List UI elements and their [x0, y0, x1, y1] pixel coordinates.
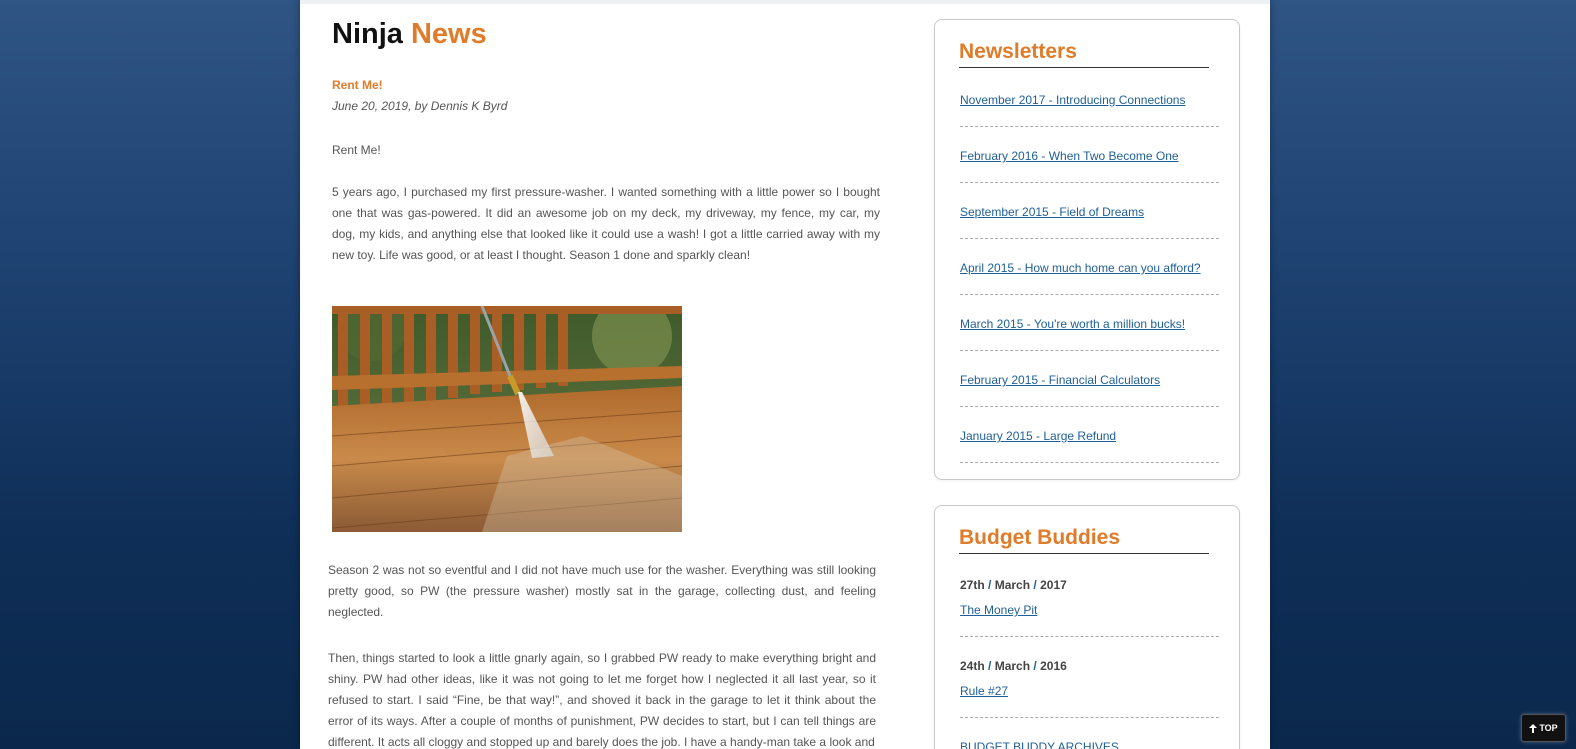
- back-to-top-label: TOP: [1539, 723, 1558, 733]
- newsletter-item: April 2015 - How much home can you affor…: [960, 238, 1219, 295]
- post-meta: June 20, 2019, by Dennis K Byrd: [332, 99, 508, 113]
- newsletter-item: March 2015 - You're worth a million buck…: [960, 294, 1219, 351]
- budget-buddies-heading: Budget Buddies: [959, 526, 1209, 554]
- newsletter-link[interactable]: February 2015 - Financial Calculators: [960, 373, 1160, 387]
- post-title[interactable]: Rent Me!: [332, 78, 383, 92]
- newsletter-item: February 2015 - Financial Calculators: [960, 350, 1219, 407]
- newsletter-link[interactable]: February 2016 - When Two Become One: [960, 149, 1179, 163]
- newsletter-item: January 2015 - Large Refund: [960, 406, 1219, 463]
- newsletter-link[interactable]: September 2015 - Field of Dreams: [960, 205, 1144, 219]
- budget-buddies-panel: Budget Buddies 27th / March / 2017 The M…: [934, 505, 1240, 749]
- newsletters-panel: Newsletters November 2017 - Introducing …: [934, 19, 1240, 480]
- date-separator: /: [1033, 578, 1037, 592]
- newsletter-link[interactable]: March 2015 - You're worth a million buck…: [960, 317, 1185, 331]
- date-separator: /: [988, 659, 992, 673]
- back-to-top-button[interactable]: TOP: [1521, 714, 1566, 742]
- entry-date: 27th / March / 2017: [960, 578, 1067, 592]
- top-strip: [300, 0, 1270, 4]
- site-title-part1: Ninja: [332, 18, 403, 50]
- newsletter-item: September 2015 - Field of Dreams: [960, 182, 1219, 239]
- entry-year: 2016: [1040, 659, 1067, 673]
- newsletter-item: November 2017 - Introducing Connections: [960, 70, 1219, 127]
- newsletter-link[interactable]: January 2015 - Large Refund: [960, 429, 1116, 443]
- budget-buddy-entry: 27th / March / 2017 The Money Pit: [960, 566, 1219, 637]
- date-separator: /: [1033, 659, 1037, 673]
- entry-link[interactable]: The Money Pit: [960, 603, 1037, 617]
- entry-month: March: [994, 659, 1031, 673]
- newsletter-link[interactable]: November 2017 - Introducing Connections: [960, 93, 1185, 107]
- entry-day: 27th: [960, 578, 985, 592]
- budget-buddy-archives-link[interactable]: BUDGET BUDDY ARCHIVES: [960, 740, 1119, 749]
- entry-date: 24th / March / 2016: [960, 659, 1067, 673]
- pressure-washer-deck-photo: [332, 306, 682, 532]
- budget-buddy-entry: 24th / March / 2016 Rule #27: [960, 647, 1219, 718]
- site-title-part2: News: [410, 18, 487, 50]
- post-paragraph: Then, things started to look a little gn…: [328, 651, 876, 749]
- newsletter-link[interactable]: April 2015 - How much home can you affor…: [960, 261, 1201, 275]
- site-title: Ninja News: [332, 18, 487, 51]
- post-paragraph: Rent Me!: [332, 143, 381, 157]
- newsletters-heading: Newsletters: [959, 40, 1209, 68]
- entry-link[interactable]: Rule #27: [960, 684, 1008, 698]
- post-paragraph: Season 2 was not so eventful and I did n…: [328, 563, 876, 619]
- date-separator: /: [988, 578, 992, 592]
- newsletter-item: February 2016 - When Two Become One: [960, 126, 1219, 183]
- entry-month: March: [994, 578, 1031, 592]
- entry-day: 24th: [960, 659, 985, 673]
- arrow-up-icon: [1529, 723, 1538, 733]
- page-container: Ninja News Rent Me! June 20, 2019, by De…: [300, 0, 1270, 749]
- entry-year: 2017: [1040, 578, 1067, 592]
- post-paragraph: 5 years ago, I purchased my first pressu…: [332, 185, 880, 262]
